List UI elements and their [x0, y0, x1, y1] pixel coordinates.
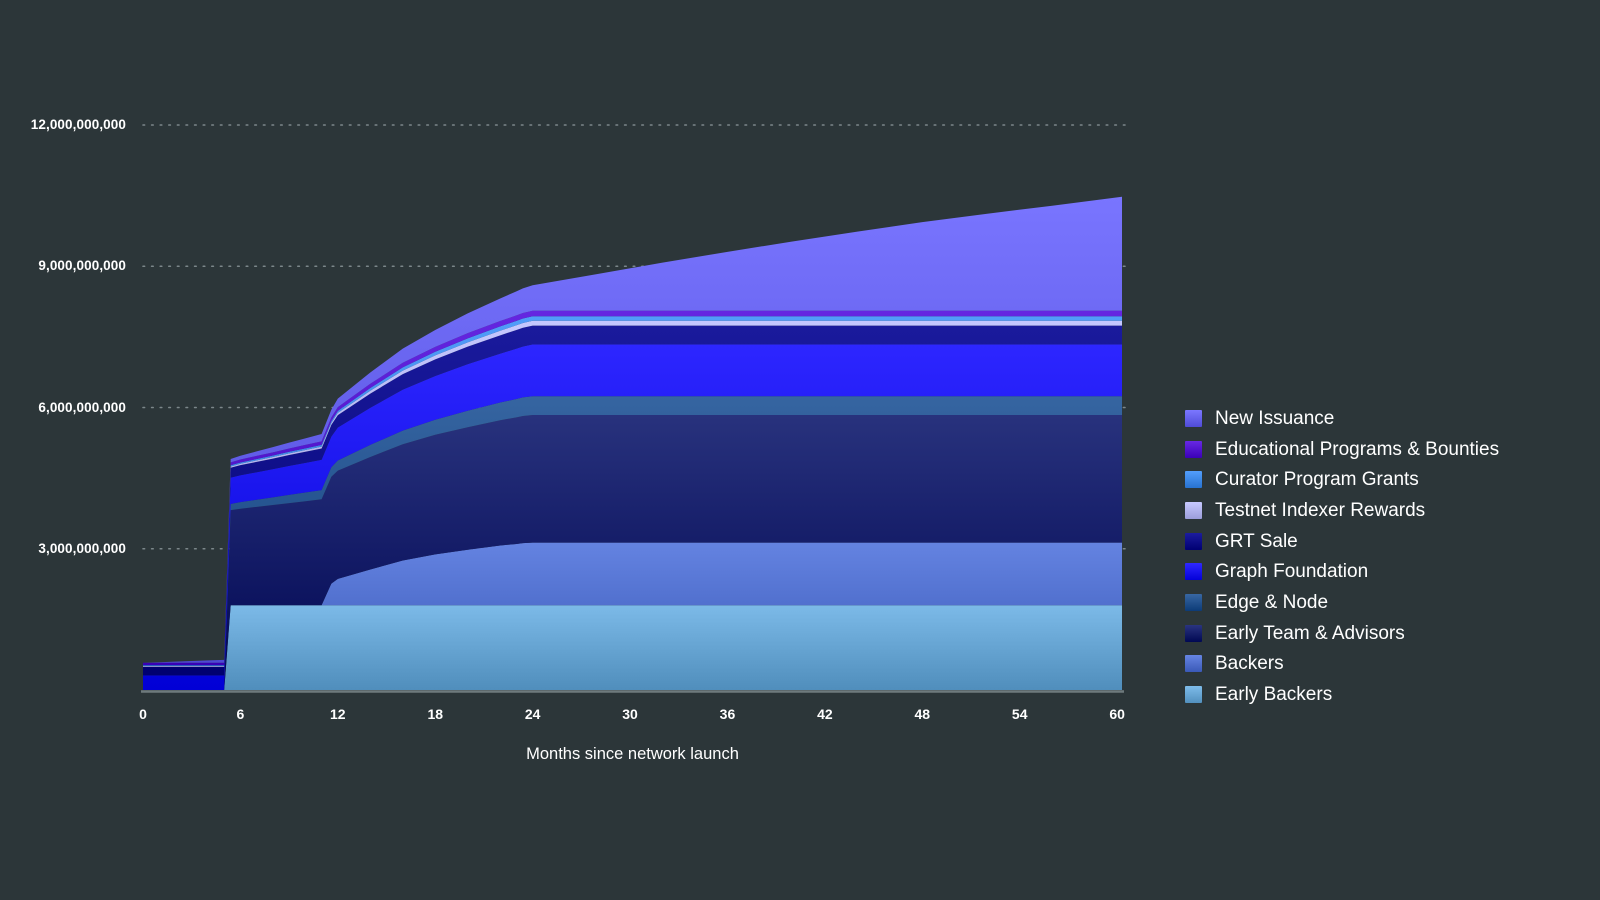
legend-item[interactable]: Edge & Node [1185, 587, 1585, 618]
legend-item[interactable]: GRT Sale [1185, 526, 1585, 557]
legend-item[interactable]: Early Backers [1185, 679, 1585, 710]
legend-item[interactable]: Curator Program Grants [1185, 464, 1585, 495]
legend-label: Educational Programs & Bounties [1215, 438, 1500, 460]
legend-label: Early Backers [1215, 684, 1333, 706]
legend-item[interactable]: Backers [1185, 649, 1585, 680]
x-tick-label: 60 [1109, 706, 1125, 722]
legend-swatch-icon [1185, 471, 1202, 489]
x-tick-label: 12 [330, 706, 346, 722]
chart-legend: New Issuance Educational Programs & Bount… [1185, 403, 1585, 710]
x-tick-label: 30 [622, 706, 638, 722]
legend-item[interactable]: Graph Foundation [1185, 556, 1585, 587]
x-tick-label: 18 [427, 706, 444, 722]
legend-swatch-icon [1185, 655, 1202, 673]
legend-item[interactable]: Early Team & Advisors [1185, 618, 1585, 649]
legend-swatch-icon [1185, 593, 1202, 611]
legend-label: Graph Foundation [1215, 561, 1369, 583]
x-axis-title: Months since network launch [526, 745, 739, 763]
x-tick-label: 6 [236, 706, 245, 722]
legend-label: Edge & Node [1215, 591, 1329, 613]
legend-label: New Issuance [1215, 407, 1335, 429]
legend-swatch-icon [1185, 686, 1202, 704]
y-tick-label: 12,000,000,000 [30, 117, 126, 132]
y-tick-label: 9,000,000,000 [38, 258, 126, 274]
legend-swatch-icon [1185, 563, 1202, 581]
area-series-group [143, 196, 1122, 690]
legend-swatch-icon [1185, 501, 1202, 519]
legend-item[interactable]: Educational Programs & Bounties [1185, 434, 1585, 465]
legend-swatch-icon [1185, 409, 1202, 427]
legend-swatch-icon [1185, 440, 1202, 458]
chart-root: 3,000,000,000 6,000,000,000 9,000,000,000 1… [0, 0, 1600, 900]
legend-label: Early Team & Advisors [1215, 622, 1405, 644]
legend-swatch-icon [1185, 624, 1202, 642]
legend-item[interactable]: Testnet Indexer Rewards [1185, 495, 1585, 526]
x-tick-label: 48 [914, 706, 931, 722]
x-tick-label: 24 [524, 706, 541, 722]
x-tick-label: 42 [817, 706, 833, 722]
legend-item[interactable]: New Issuance [1185, 403, 1585, 434]
area-early-backers [143, 605, 1122, 690]
y-tick-label: 6,000,000,000 [38, 399, 126, 415]
x-tick-label: 54 [1011, 706, 1028, 722]
legend-label: Testnet Indexer Rewards [1215, 499, 1426, 521]
x-tick-label: 0 [139, 706, 147, 722]
legend-label: Backers [1215, 653, 1284, 675]
legend-label: Curator Program Grants [1215, 469, 1419, 491]
y-tick-label: 3,000,000,000 [38, 540, 126, 556]
legend-swatch-icon [1185, 532, 1202, 550]
legend-label: GRT Sale [1215, 530, 1298, 552]
x-tick-label: 36 [719, 706, 736, 722]
